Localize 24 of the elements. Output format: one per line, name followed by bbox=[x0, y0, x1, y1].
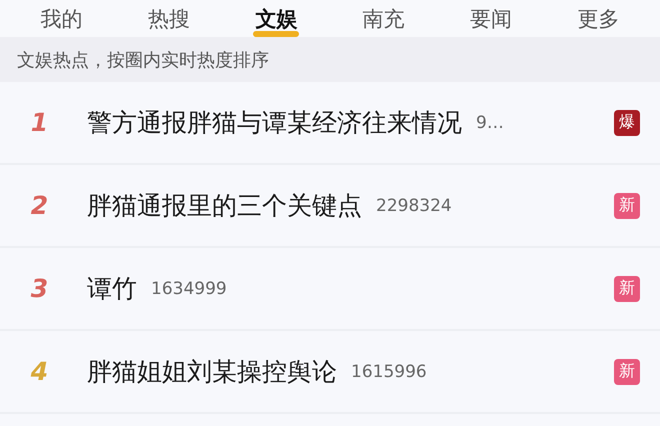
heat-count: 1634999 bbox=[151, 278, 227, 298]
heat-count: 9… bbox=[476, 112, 504, 132]
status-badge: 爆 bbox=[614, 110, 640, 136]
active-tab-indicator bbox=[253, 31, 300, 37]
tab[interactable]: 文娱 bbox=[249, 0, 304, 37]
status-badge: 新 bbox=[614, 192, 640, 218]
heat-count: 2298324 bbox=[376, 196, 452, 216]
status-badge: 新 bbox=[614, 276, 640, 302]
section-notice: 文娱热点，按圈内实时热度排序 bbox=[17, 48, 269, 72]
heat-count: 1615996 bbox=[351, 362, 427, 382]
tab[interactable]: 热搜 bbox=[142, 0, 196, 37]
topic-title: 胖猫姐姐刘某操控舆论 bbox=[87, 356, 337, 388]
rank-number: 3 bbox=[30, 274, 50, 303]
tab[interactable]: 南充 bbox=[356, 0, 411, 37]
topic-title: 警方通报胖猫与谭某经济往来情况 bbox=[87, 107, 462, 139]
rank-number: 1 bbox=[30, 108, 50, 137]
status-badge: 新 bbox=[614, 358, 640, 384]
tab[interactable]: 我的 bbox=[34, 0, 89, 37]
rank-number: 2 bbox=[30, 191, 50, 220]
topic-title: 胖猫通报里的三个关键点 bbox=[87, 190, 362, 222]
topic-title: 谭竹 bbox=[87, 273, 137, 305]
rank-number: 4 bbox=[30, 357, 50, 386]
tab[interactable]: 要闻 bbox=[464, 0, 518, 37]
tab[interactable]: 更多 bbox=[571, 0, 626, 37]
